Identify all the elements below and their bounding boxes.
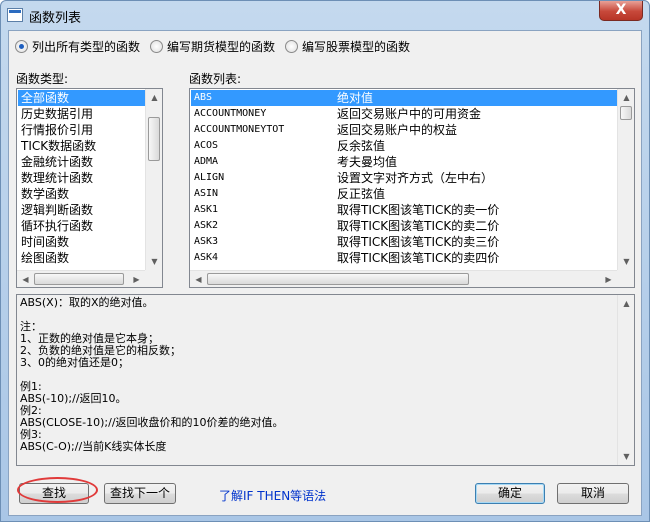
find-button[interactable]: 查找 — [19, 483, 89, 504]
function-row[interactable]: ASK2 取得TICK图该笔TICK的卖二价 — [191, 218, 618, 234]
model-filter-radio-group: 列出所有类型的函数 编写期货模型的函数 编写股票模型的函数 — [15, 37, 410, 55]
help-text: ABS(X)：取的X的绝对值。 注： 1、正数的绝对值是它本身； 2、负数的绝对… — [20, 296, 284, 453]
function-name: ASK4 — [194, 252, 219, 263]
find-next-button[interactable]: 查找下一个 — [104, 483, 176, 504]
list-item[interactable]: 历史数据引用 — [18, 106, 146, 122]
syntax-help-link[interactable]: 了解IF THEN等语法 — [219, 487, 326, 504]
function-name: ADMA — [194, 156, 219, 167]
function-description: 返回交易账户中的可用资金 — [337, 107, 482, 121]
function-description: 考夫曼均值 — [337, 155, 398, 169]
function-row[interactable]: ASK1 取得TICK图该笔TICK的卖一价 — [191, 202, 618, 218]
function-description: 设置文字对齐方式（左中右） — [337, 171, 494, 185]
type-list-horizontal-scrollbar[interactable]: ◀ ▶ — [17, 270, 145, 287]
scroll-up-arrow-icon[interactable]: ▲ — [618, 295, 635, 312]
function-row[interactable]: ACCOUNTMONEY 返回交易账户中的可用资金 — [191, 106, 618, 122]
function-description: 绝对值 — [337, 91, 374, 105]
function-description: 返回交易账户中的权益 — [337, 123, 458, 137]
function-name: ASK2 — [194, 220, 219, 231]
list-item[interactable]: 逻辑判断函数 — [18, 202, 146, 218]
function-row[interactable]: ASIN 反正弦值 — [191, 186, 618, 202]
function-name: ASK3 — [194, 236, 219, 247]
scroll-right-arrow-icon[interactable]: ▶ — [128, 271, 145, 287]
function-description: 取得TICK图该笔TICK的卖三价 — [337, 235, 500, 249]
scroll-left-arrow-icon[interactable]: ◀ — [190, 271, 207, 287]
function-row[interactable]: ASK3 取得TICK图该笔TICK的卖三价 — [191, 234, 618, 250]
function-name: ACCOUNTMONEYTOT — [194, 124, 285, 135]
type-list-vertical-scrollbar[interactable]: ▲ ▼ — [145, 89, 162, 270]
function-list-horizontal-scrollbar[interactable]: ◀ ▶ — [190, 270, 617, 287]
function-row[interactable]: ACCOUNTMONEYTOT 返回交易账户中的权益 — [191, 122, 618, 138]
list-item[interactable]: 数理统计函数 — [18, 170, 146, 186]
ok-button[interactable]: 确定 — [475, 483, 545, 504]
list-item[interactable]: 全部函数 — [18, 90, 146, 106]
function-description: 取得TICK图该笔TICK的卖二价 — [337, 219, 500, 233]
radio-indicator[interactable] — [150, 39, 164, 53]
scroll-thumb[interactable] — [620, 106, 632, 120]
scroll-thumb[interactable] — [148, 117, 160, 161]
scroll-up-arrow-icon[interactable]: ▲ — [146, 89, 162, 106]
list-item[interactable]: 时间函数 — [18, 234, 146, 250]
radio-label: 列出所有类型的函数 — [32, 39, 141, 54]
radio-futures-functions[interactable]: 编写期货模型的函数 — [150, 37, 275, 55]
function-name: ALIGN — [194, 172, 225, 183]
function-name: ASIN — [194, 188, 219, 199]
close-button[interactable]: X — [599, 1, 643, 21]
function-name: ASK1 — [194, 204, 219, 215]
help-vertical-scrollbar[interactable]: ▲ ▼ — [617, 295, 634, 465]
list-item[interactable]: TICK数据函数 — [18, 138, 146, 154]
function-list-dialog: 函数列表 X 列出所有类型的函数 编写期货模型的函数 编写股票模型的函数 函数类… — [0, 0, 650, 522]
scroll-left-arrow-icon[interactable]: ◀ — [17, 271, 34, 287]
list-item[interactable]: 行情报价引用 — [18, 122, 146, 138]
function-description: 反正弦值 — [337, 187, 386, 201]
function-row[interactable]: ABS 绝对值 — [191, 90, 618, 106]
app-window-icon — [7, 8, 23, 22]
radio-indicator-selected[interactable] — [15, 39, 28, 53]
title-bar[interactable]: 函数列表 X — [1, 1, 649, 29]
scroll-down-arrow-icon[interactable]: ▼ — [618, 253, 634, 270]
function-list-vertical-scrollbar[interactable]: ▲ ▼ — [617, 89, 634, 270]
function-name: ACCOUNTMONEY — [194, 108, 267, 119]
function-list-label: 函数列表: — [189, 72, 242, 86]
scroll-thumb[interactable] — [207, 273, 469, 285]
cancel-button[interactable]: 取消 — [557, 483, 629, 504]
scroll-up-arrow-icon[interactable]: ▲ — [618, 89, 634, 106]
radio-all-functions[interactable]: 列出所有类型的函数 — [15, 37, 140, 55]
dialog-client-area: 列出所有类型的函数 编写期货模型的函数 编写股票模型的函数 函数类型: 函数列表… — [8, 30, 642, 516]
function-help-textarea[interactable]: ABS(X)：取的X的绝对值。 注： 1、正数的绝对值是它本身； 2、负数的绝对… — [16, 294, 635, 466]
function-description: 取得TICK图该笔TICK的卖四价 — [337, 251, 500, 265]
function-name: ACOS — [194, 140, 219, 151]
function-listbox[interactable]: ABS 绝对值 ACCOUNTMONEY 返回交易账户中的可用资金 ACCOUNTM… — [189, 88, 635, 288]
scroll-down-arrow-icon[interactable]: ▼ — [146, 253, 162, 270]
list-item[interactable]: 金融统计函数 — [18, 154, 146, 170]
scrollbar-corner — [145, 270, 162, 287]
scroll-right-arrow-icon[interactable]: ▶ — [600, 271, 617, 287]
list-item[interactable]: 循环执行函数 — [18, 218, 146, 234]
radio-stock-functions[interactable]: 编写股票模型的函数 — [285, 37, 410, 55]
window-title: 函数列表 — [29, 11, 82, 26]
scroll-thumb[interactable] — [34, 273, 124, 285]
scrollbar-corner — [617, 270, 634, 287]
scroll-down-arrow-icon[interactable]: ▼ — [618, 448, 635, 465]
function-name: ABS — [194, 92, 213, 103]
function-row[interactable]: ACOS 反余弦值 — [191, 138, 618, 154]
function-description: 反余弦值 — [337, 139, 386, 153]
function-type-label: 函数类型: — [16, 72, 69, 86]
list-item[interactable]: 绘图函数 — [18, 250, 146, 266]
function-row[interactable]: ASK4 取得TICK图该笔TICK的卖四价 — [191, 250, 618, 266]
function-type-listbox[interactable]: 全部函数 历史数据引用 行情报价引用 TICK数据函数 金融统计函数 数理统计函… — [16, 88, 163, 288]
function-description: 取得TICK图该笔TICK的卖一价 — [337, 203, 500, 217]
function-row[interactable]: ALIGN 设置文字对齐方式（左中右） — [191, 170, 618, 186]
list-item[interactable]: 数学函数 — [18, 186, 146, 202]
radio-label: 编写股票模型的函数 — [302, 39, 411, 54]
radio-indicator[interactable] — [285, 39, 299, 53]
function-row[interactable]: ADMA 考夫曼均值 — [191, 154, 618, 170]
radio-label: 编写期货模型的函数 — [167, 39, 276, 54]
